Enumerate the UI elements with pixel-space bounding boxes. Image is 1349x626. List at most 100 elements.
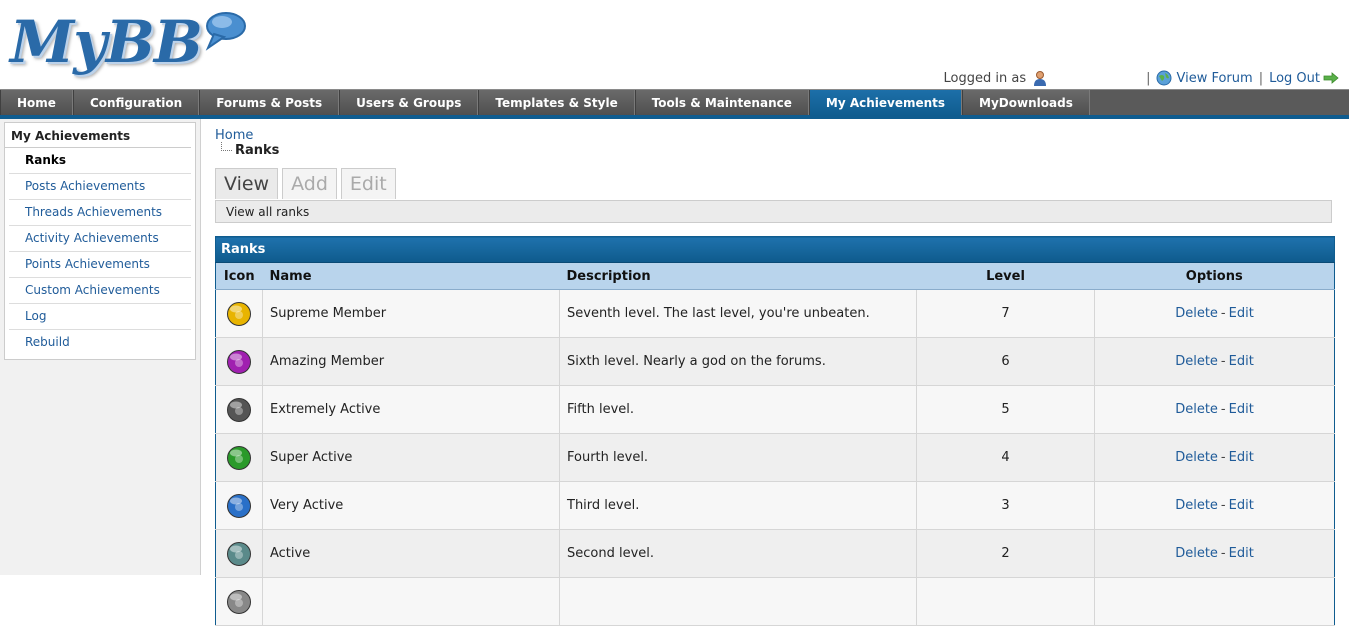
nav-tab-users-groups[interactable]: Users & Groups (339, 90, 479, 116)
sidebar-item-label[interactable]: Custom Achievements (25, 283, 160, 297)
separator: | (1146, 70, 1151, 86)
sidebar-item-label[interactable]: Posts Achievements (25, 179, 145, 193)
tab-add[interactable]: Add (282, 168, 337, 199)
sidebar-item-points-achievements[interactable]: Points Achievements (9, 252, 191, 278)
rank-description: Fifth level. (559, 385, 917, 434)
delete-link[interactable]: Delete (1175, 546, 1218, 561)
rank-level: 3 (916, 481, 1095, 530)
rank-name: Amazing Member (262, 337, 560, 386)
mybb-logo[interactable]: MyBB (6, 6, 256, 80)
rank-options: Delete - Edit (1094, 289, 1335, 338)
breadcrumb-current: Ranks (235, 143, 280, 158)
rank-name: Extremely Active (262, 385, 560, 434)
table-row (215, 577, 1335, 626)
rank-options: Delete - Edit (1094, 481, 1335, 530)
edit-link[interactable]: Edit (1229, 354, 1254, 369)
nav-tab-configuration[interactable]: Configuration (72, 90, 200, 116)
view-forum-link[interactable]: View Forum (1156, 70, 1253, 86)
swirl-rank-icon (227, 493, 251, 518)
sidebar-item-ranks[interactable]: Ranks (9, 148, 191, 174)
log-out-link[interactable]: Log Out (1269, 71, 1339, 86)
delete-link[interactable]: Delete (1175, 450, 1218, 465)
rank-name: Super Active (262, 433, 560, 482)
nav-tab-home[interactable]: Home (0, 90, 73, 116)
rank-icon-cell (215, 385, 263, 434)
sidebar-item-label[interactable]: Log (25, 309, 46, 323)
sidebar-item-posts-achievements[interactable]: Posts Achievements (9, 174, 191, 200)
column-header-name: Name (262, 262, 560, 290)
sidebar-item-label[interactable]: Rebuild (25, 335, 70, 349)
sidebar-item-activity-achievements[interactable]: Activity Achievements (9, 226, 191, 252)
delete-link[interactable]: Delete (1175, 306, 1218, 321)
edit-link[interactable]: Edit (1229, 546, 1254, 561)
main-nav: Home Configuration Forums & Posts Users … (0, 89, 1349, 116)
nav-tab-mydownloads[interactable]: MyDownloads (962, 90, 1090, 116)
column-header-icon: Icon (215, 262, 263, 290)
rank-icon-cell (215, 433, 263, 482)
edit-link[interactable]: Edit (1229, 402, 1254, 417)
delete-link[interactable]: Delete (1175, 498, 1218, 513)
nav-tab-tools-maintenance[interactable]: Tools & Maintenance (634, 90, 809, 116)
rank-name (262, 577, 560, 626)
sidebar-item-log[interactable]: Log (9, 304, 191, 330)
table-row: Supreme Member Seventh level. The last l… (215, 289, 1335, 338)
rank-icon-cell (215, 337, 263, 386)
tree-rank-icon (227, 445, 251, 470)
log-out-label: Log Out (1269, 70, 1320, 86)
rank-options: Delete - Edit (1094, 385, 1335, 434)
skull-rank-icon (227, 397, 251, 422)
nav-tab-forums-posts[interactable]: Forums & Posts (199, 90, 340, 116)
rank-name: Supreme Member (262, 289, 560, 338)
rank-options: Delete - Edit (1094, 433, 1335, 482)
arrow-right-icon (1323, 72, 1339, 84)
sidebar-menu: My Achievements Ranks Posts Achievements… (4, 122, 196, 360)
column-header-level: Level (916, 262, 1095, 290)
delete-link[interactable]: Delete (1175, 402, 1218, 417)
table-row: Super Active Fourth level. 4 Delete - Edit (215, 433, 1335, 482)
nav-tab-my-achievements[interactable]: My Achievements (808, 90, 963, 116)
sidebar-item-label[interactable]: Points Achievements (25, 257, 150, 271)
rank-description: Second level. (559, 529, 917, 578)
options-separator: - (1220, 498, 1226, 513)
edit-link[interactable]: Edit (1229, 306, 1254, 321)
table-row: Very Active Third level. 3 Delete - Edit (215, 481, 1335, 530)
rank-level: 6 (916, 337, 1095, 386)
edit-link[interactable]: Edit (1229, 498, 1254, 513)
tab-view[interactable]: View (215, 168, 279, 199)
moon-rank-icon (227, 349, 251, 374)
options-separator: - (1220, 354, 1226, 369)
nav-tab-templates-style[interactable]: Templates & Style (478, 90, 635, 116)
rank-icon-cell (215, 481, 263, 530)
options-separator: - (1220, 402, 1226, 417)
delete-link[interactable]: Delete (1175, 354, 1218, 369)
rank-options (1094, 577, 1335, 626)
table-title: Ranks (215, 236, 1335, 263)
rank-level: 2 (916, 529, 1095, 578)
chart-rank-icon (227, 541, 251, 566)
table-row: Amazing Member Sixth level. Nearly a god… (215, 337, 1335, 386)
logged-in-label: Logged in as (943, 70, 1027, 86)
sidebar-item-custom-achievements[interactable]: Custom Achievements (9, 278, 191, 304)
globe-icon (1156, 70, 1172, 86)
table-row: Extremely Active Fifth level. 5 Delete - E… (215, 385, 1335, 434)
rank-level (916, 577, 1095, 626)
sidebar-item-label[interactable]: Threads Achievements (25, 205, 162, 219)
edit-link[interactable]: Edit (1229, 450, 1254, 465)
rank-name: Very Active (262, 481, 560, 530)
rank-icon-cell (215, 529, 263, 578)
sidebar-item-label[interactable]: Activity Achievements (25, 231, 159, 245)
separator: | (1258, 70, 1264, 86)
sidebar-item-threads-achievements[interactable]: Threads Achievements (9, 200, 191, 226)
options-separator: - (1220, 546, 1226, 561)
breadcrumb-home-link[interactable]: Home (215, 128, 253, 143)
rank-description: Sixth level. Nearly a god on the forums. (559, 337, 917, 386)
rank-icon-cell (215, 289, 263, 338)
rank-description (559, 577, 917, 626)
sidebar-item-rebuild[interactable]: Rebuild (9, 330, 191, 355)
rank-description: Third level. (559, 481, 917, 530)
tab-edit[interactable]: Edit (340, 168, 396, 199)
rank-level: 7 (916, 289, 1095, 338)
rank-level: 5 (916, 385, 1095, 434)
rank-level: 4 (916, 433, 1095, 482)
speech-bubble-icon (205, 12, 246, 51)
